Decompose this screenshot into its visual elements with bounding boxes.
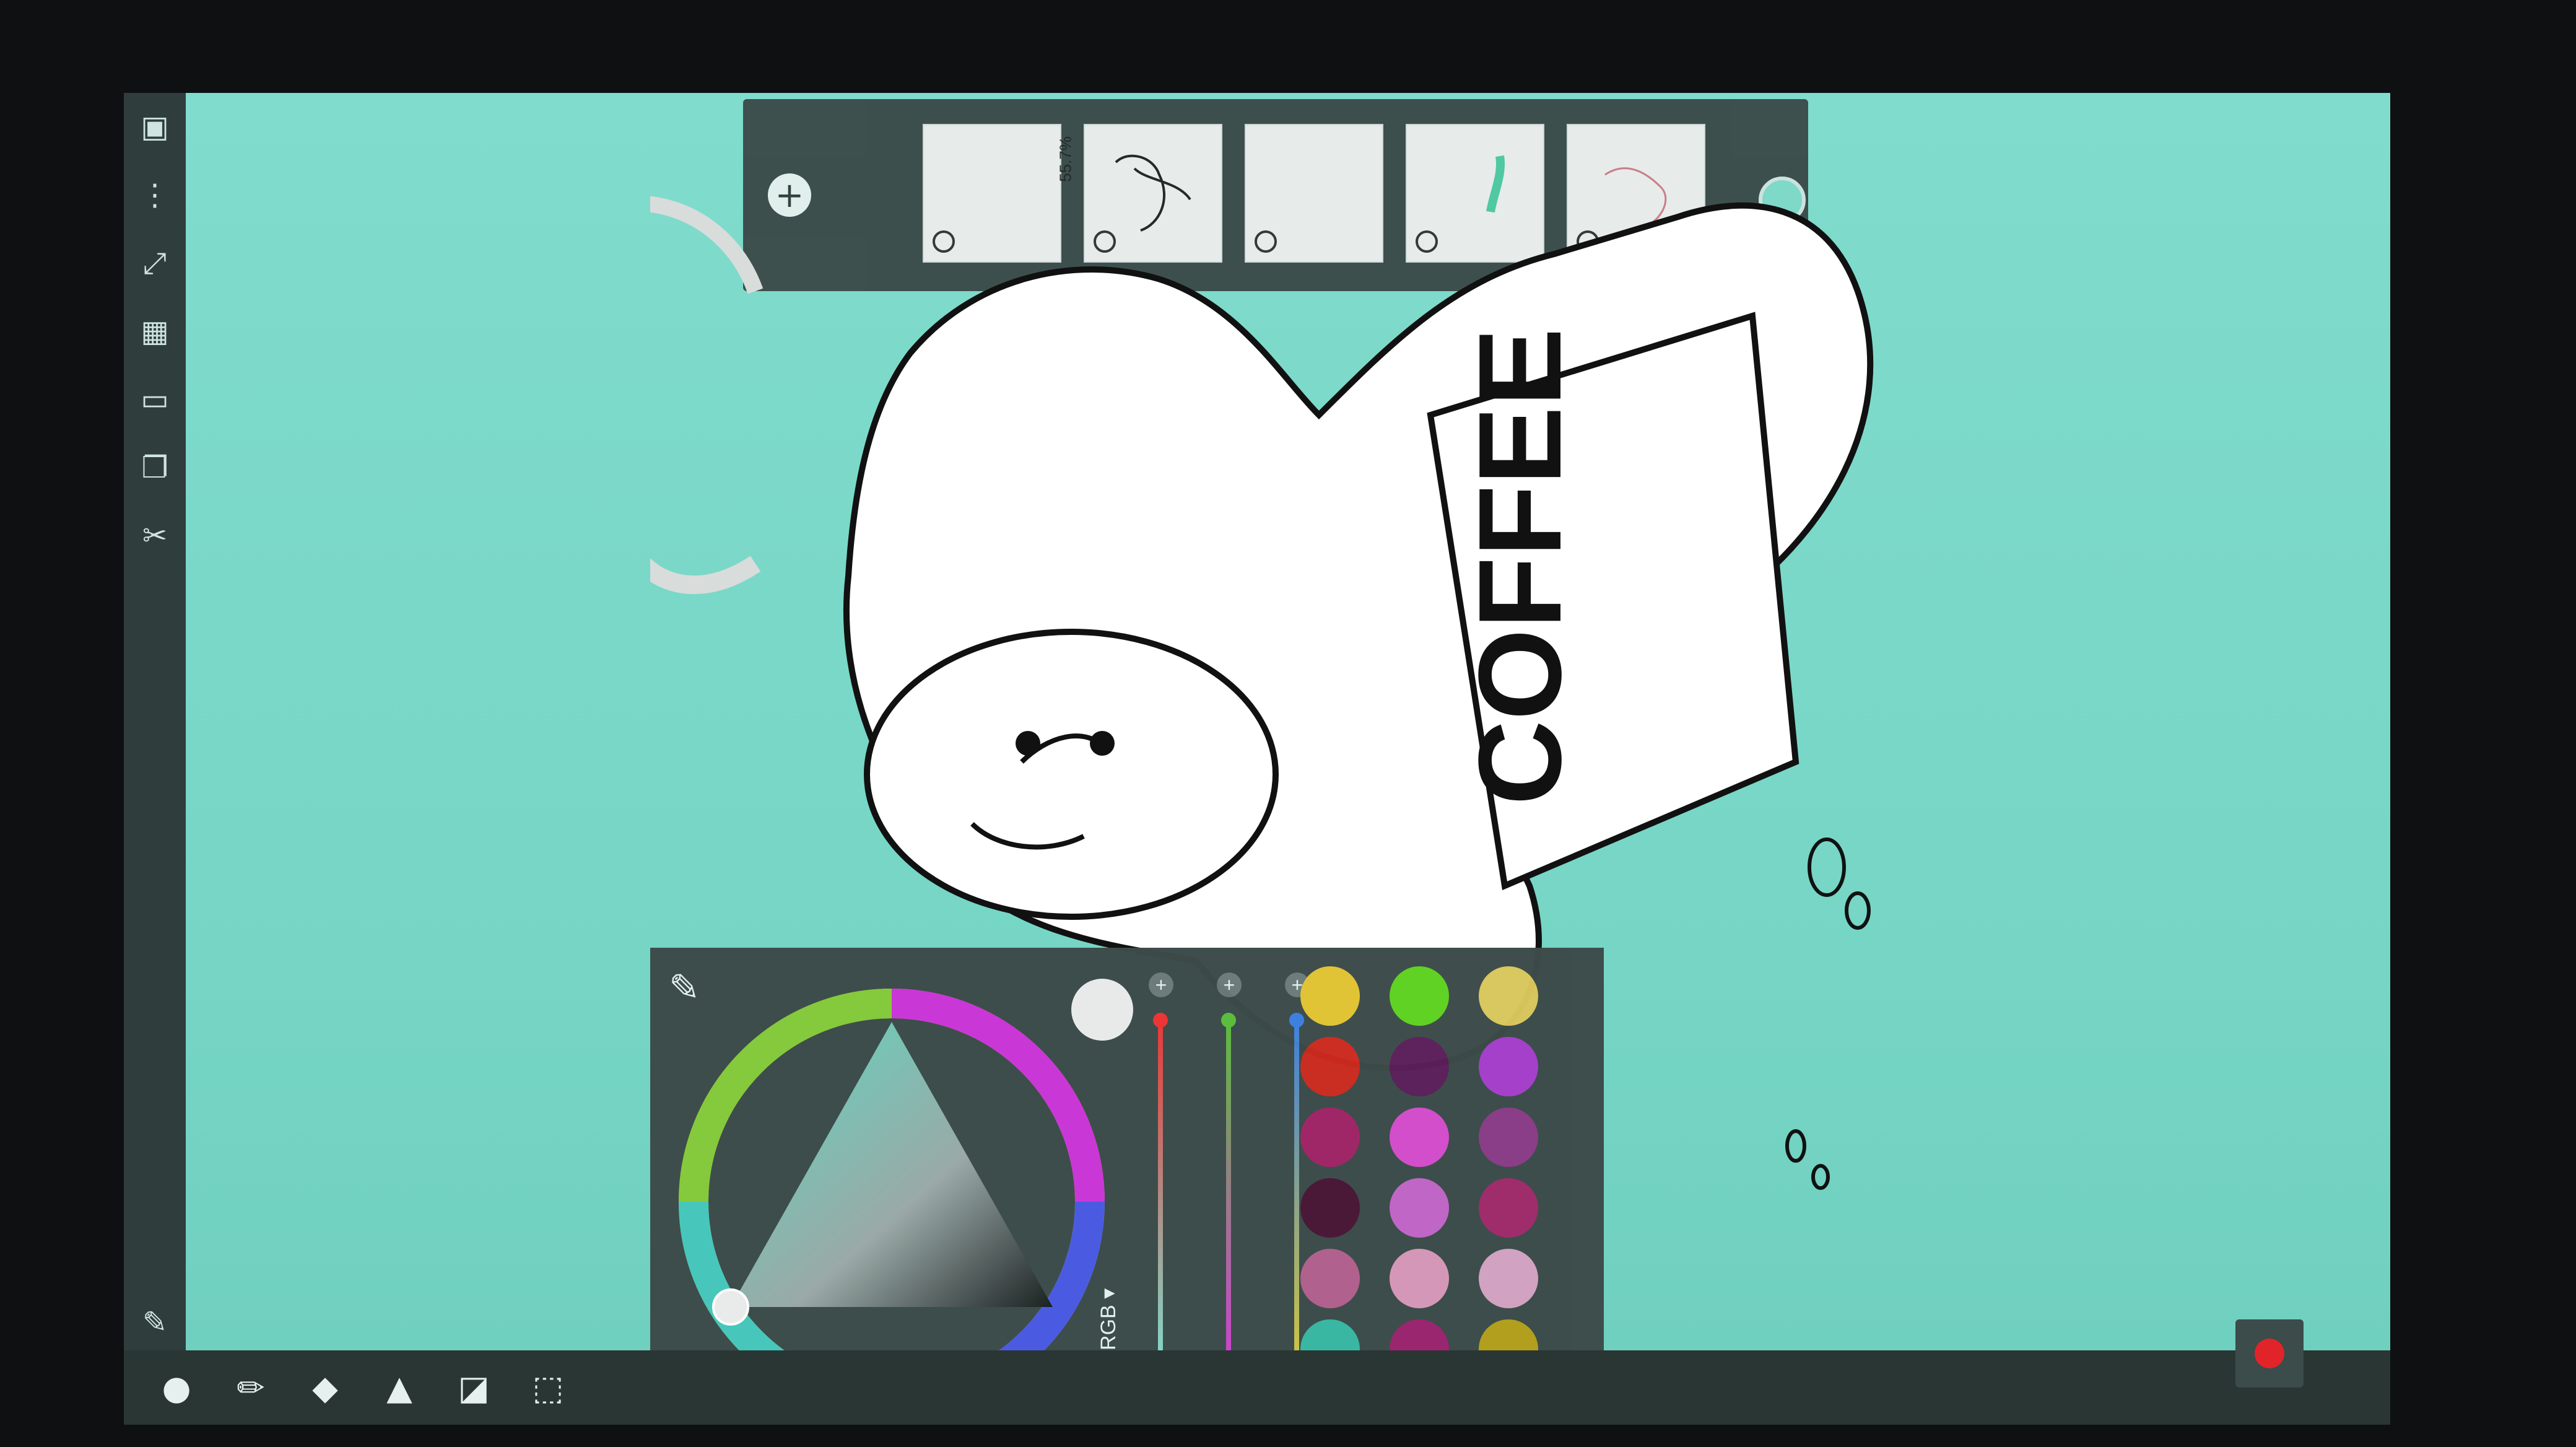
- cut-icon[interactable]: ✂: [133, 514, 176, 557]
- color-mode-dropdown[interactable]: RGB ▾: [1096, 1288, 1121, 1350]
- selection-icon[interactable]: ⬚: [520, 1360, 576, 1415]
- coffee-text: COFFEE: [1455, 328, 1586, 805]
- palette-swatch[interactable]: [1300, 1108, 1360, 1167]
- palette-swatch[interactable]: [1479, 1108, 1538, 1167]
- palette-swatch[interactable]: [1390, 1108, 1449, 1167]
- red-plus-button[interactable]: +: [1149, 973, 1173, 997]
- palette-swatch[interactable]: [1390, 1037, 1449, 1096]
- palette-swatch[interactable]: [1479, 1178, 1538, 1238]
- palette-swatch[interactable]: [1390, 1178, 1449, 1238]
- green-plus-button[interactable]: +: [1217, 973, 1242, 997]
- fill-icon[interactable]: ▲: [372, 1360, 427, 1415]
- left-toolbar: ▣ ⋮ ⤢ ▦ ▭ ❐ ✂ ✎ ⚙: [124, 93, 186, 1425]
- smudge-icon[interactable]: ◆: [297, 1360, 353, 1415]
- palette-swatch[interactable]: [1300, 1178, 1360, 1238]
- brush-icon[interactable]: ✏: [223, 1360, 279, 1415]
- more-icon[interactable]: ⋮: [133, 173, 176, 217]
- record-button[interactable]: [2235, 1319, 2304, 1388]
- color-palette: [1300, 966, 1560, 1425]
- red-slider[interactable]: [1158, 1016, 1163, 1375]
- eraser-icon[interactable]: ◪: [446, 1360, 502, 1415]
- green-slider-knob[interactable]: [1221, 1013, 1236, 1028]
- palette-swatch[interactable]: [1479, 1249, 1538, 1308]
- color-picker-handle[interactable]: [712, 1288, 749, 1326]
- green-slider[interactable]: [1226, 1016, 1231, 1375]
- red-slider-knob[interactable]: [1153, 1013, 1168, 1028]
- palette-swatch[interactable]: [1479, 966, 1538, 1026]
- palette-swatch[interactable]: [1390, 1249, 1449, 1308]
- fullscreen-icon[interactable]: ⤢: [133, 242, 176, 285]
- palette-swatch[interactable]: [1300, 1037, 1360, 1096]
- palette-swatch[interactable]: [1390, 966, 1449, 1026]
- layers-icon[interactable]: ▣: [133, 105, 176, 149]
- copy-icon[interactable]: ❐: [133, 446, 176, 489]
- record-dot-icon: [2255, 1339, 2284, 1368]
- palette-swatch[interactable]: [1479, 1037, 1538, 1096]
- palette-swatch[interactable]: [1300, 1249, 1360, 1308]
- current-color-swatch[interactable]: [1071, 979, 1133, 1041]
- blue-slider[interactable]: [1294, 1016, 1299, 1375]
- grid-icon[interactable]: ▦: [133, 310, 176, 353]
- drawing-app-screen: ▣ ⋮ ⤢ ▦ ▭ ❐ ✂ ✎ ⚙ + 55.7%: [124, 93, 2390, 1425]
- select-icon[interactable]: ▭: [133, 378, 176, 421]
- color-icon[interactable]: ●: [149, 1360, 204, 1415]
- palette-swatch[interactable]: [1300, 966, 1360, 1026]
- brush-icon[interactable]: ✎: [133, 1301, 176, 1344]
- bottom-toolbar: ● ✏ ◆ ▲ ◪ ⬚: [124, 1350, 2390, 1425]
